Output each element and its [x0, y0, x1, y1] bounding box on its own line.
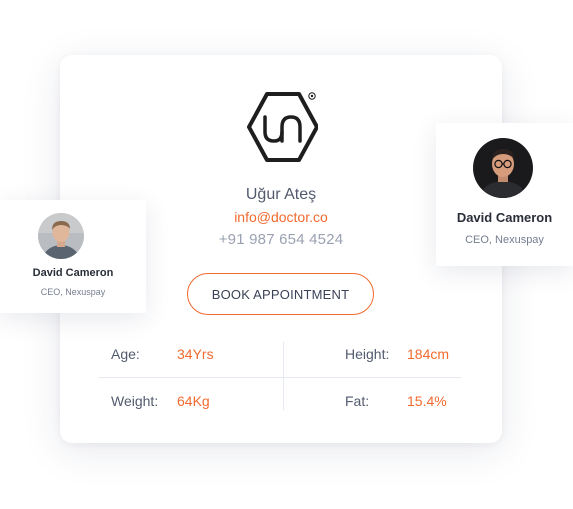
weight-label: Weight: [111, 393, 159, 409]
stats-grid: Age: 34Yrs Height: 184cm Weight: 64Kg Fa… [98, 342, 461, 410]
height-label: Height: [345, 346, 390, 362]
book-appointment-button[interactable]: BOOK APPOINTMENT [187, 273, 374, 315]
profile-name: David Cameron [456, 210, 553, 225]
profile-card-left[interactable]: David Cameron CEO, Nexuspay [0, 200, 146, 313]
height-value: 184cm [407, 346, 450, 362]
ua-logo-icon [246, 89, 319, 165]
stats-divider-vertical [283, 342, 284, 410]
profile-card-right[interactable]: David Cameron CEO, Nexuspay [436, 123, 573, 266]
age-label: Age: [111, 346, 140, 362]
age-value: 34Yrs [177, 346, 214, 362]
profile-name: David Cameron [32, 267, 114, 279]
fat-label: Fat: [345, 393, 370, 409]
profile-role: CEO, Nexuspay [465, 234, 544, 246]
profile-role: CEO, Nexuspay [40, 287, 106, 297]
weight-value: 64Kg [177, 393, 210, 409]
avatar [473, 138, 533, 198]
fat-value: 15.4% [407, 393, 447, 409]
avatar [38, 213, 84, 259]
stats-divider-horizontal [98, 377, 461, 378]
